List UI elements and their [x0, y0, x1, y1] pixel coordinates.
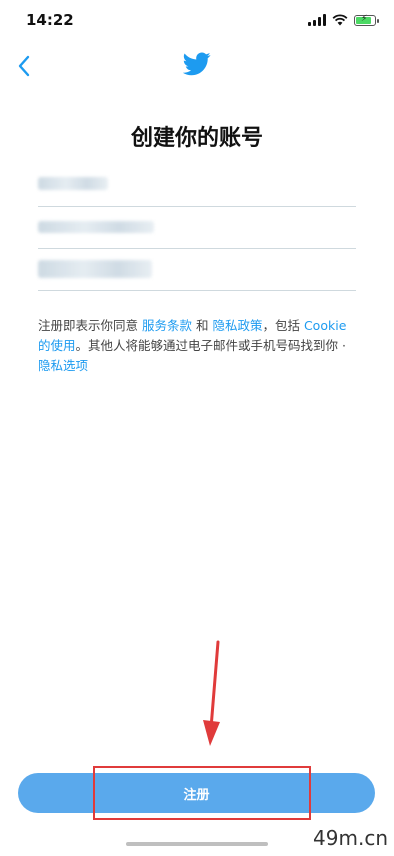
privacy-options-link[interactable]: 隐私选项 — [38, 358, 88, 373]
redacted-phone — [38, 221, 154, 233]
watermark: 49m.cn — [313, 826, 388, 850]
twitter-bird-icon — [183, 52, 211, 76]
name-field[interactable] — [38, 164, 356, 207]
annotation-highlight-box — [93, 766, 311, 820]
nav-bar — [0, 44, 394, 88]
annotation-arrow — [203, 640, 220, 746]
page-title: 创建你的账号 — [130, 126, 263, 151]
signal-icon — [308, 14, 326, 26]
chevron-left-icon — [18, 55, 30, 77]
battery-icon: ⚡ — [354, 14, 379, 26]
status-icons: ⚡ — [308, 14, 379, 26]
terms-text-part: ，包括 — [262, 318, 304, 333]
status-time: 14:22 — [26, 11, 74, 29]
phone-email-field[interactable] — [38, 206, 356, 249]
wifi-icon — [332, 14, 348, 26]
back-button[interactable] — [10, 52, 38, 80]
redacted-birthday — [38, 260, 152, 278]
terms-text-part: 。其他人将能够通过电子邮件或手机号码找到你 · — [75, 338, 346, 353]
terms-of-service-link[interactable]: 服务条款 — [142, 318, 192, 333]
birthday-field[interactable] — [38, 248, 356, 291]
redacted-name — [38, 177, 108, 190]
home-indicator — [126, 842, 268, 846]
terms-text-part: 和 — [192, 318, 213, 333]
status-bar: 14:22 ⚡ — [0, 0, 394, 44]
privacy-policy-link[interactable]: 隐私政策 — [212, 318, 262, 333]
terms-text: 注册即表示你同意 服务条款 和 隐私政策，包括 Cookie 的使用。其他人将能… — [38, 316, 356, 376]
terms-text-part: 注册即表示你同意 — [38, 318, 142, 333]
